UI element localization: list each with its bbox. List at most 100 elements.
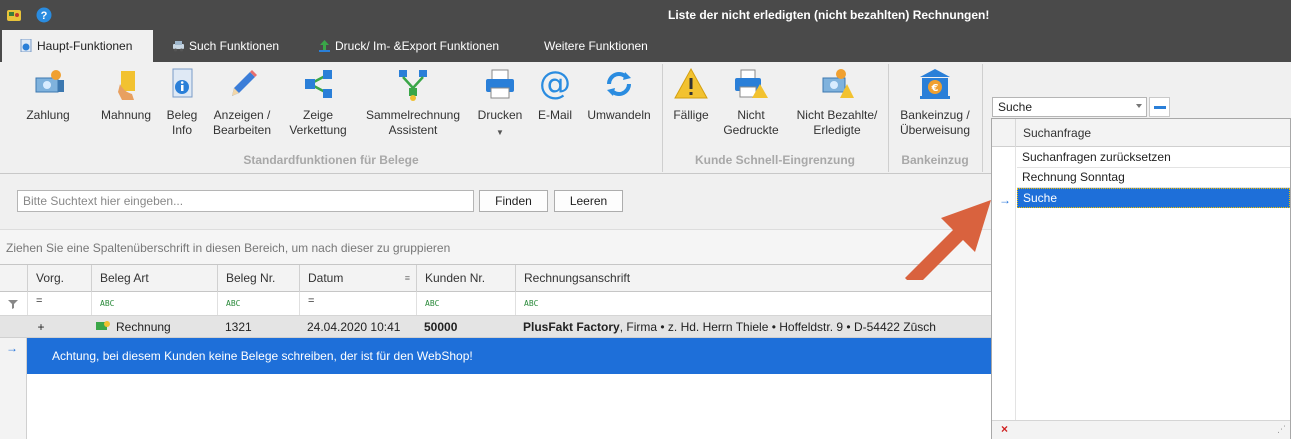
- column-label: Datum: [308, 271, 344, 285]
- nicht-bezahlte-line1: Nicht Bezahlte/: [796, 108, 878, 122]
- search-input[interactable]: Bitte Suchtext hier eingeben...: [17, 190, 474, 212]
- sammelrechnung-button[interactable]: Sammelrechnung Assistent: [360, 66, 466, 138]
- beleg-art-value: Rechnung: [116, 320, 171, 334]
- tab-haupt-funktionen[interactable]: Haupt-Funktionen: [2, 30, 153, 62]
- umwandeln-label: Umwandeln: [587, 108, 651, 122]
- beleg-art-cell: Rechnung: [91, 316, 217, 338]
- query-item-rechnung-sonntag[interactable]: Rechnung Sonntag: [1017, 168, 1290, 188]
- resize-grip-icon[interactable]: ⋰: [1277, 425, 1286, 435]
- beleg-nr-cell: 1321: [225, 320, 252, 334]
- indicator-header: [992, 119, 1016, 147]
- column-header-datum[interactable]: Datum ≡: [299, 265, 416, 292]
- app-icon[interactable]: [6, 7, 22, 23]
- mahnung-button[interactable]: Mahnung: [96, 66, 156, 123]
- search-bar: Bitte Suchtext hier eingeben... Finden L…: [0, 175, 992, 229]
- column-header-beleg-nr[interactable]: Beleg Nr.: [217, 265, 299, 292]
- zeige-line2: Verkettung: [289, 123, 347, 137]
- drucken-label: Drucken: [477, 108, 523, 122]
- anzeigen-line1: Anzeigen /: [213, 108, 271, 122]
- search-car-icon: [173, 41, 184, 52]
- sammelrechnung-line1: Sammelrechnung: [365, 108, 461, 122]
- dropdown-header: Suchanfrage: [992, 119, 1290, 147]
- nicht-gedruckte-button[interactable]: Nicht Gedruckte: [720, 66, 782, 138]
- sort-icon: ≡: [404, 273, 410, 283]
- bankeinzug-line2: Überweisung: [899, 123, 971, 137]
- filter-icon[interactable]: [8, 298, 18, 312]
- faellige-button[interactable]: Fällige: [666, 66, 716, 123]
- beleg-info-button[interactable]: Beleg Info: [160, 66, 204, 138]
- drucken-dropdown-icon: ▼: [496, 128, 504, 137]
- query-item-reset[interactable]: Suchanfragen zurücksetzen: [1017, 148, 1290, 168]
- bankeinzug-button[interactable]: € Bankeinzug / Überweisung: [893, 66, 977, 138]
- text-filter-icon: ABC: [524, 299, 539, 308]
- query-item-suche[interactable]: Suche: [1017, 188, 1290, 208]
- chevron-down-icon[interactable]: [1136, 104, 1142, 108]
- zahlung-button[interactable]: Zahlung: [22, 66, 74, 123]
- text-filter-icon: ABC: [226, 299, 241, 308]
- finden-button[interactable]: Finden: [479, 190, 548, 212]
- beleg-info-line2: Info: [171, 123, 192, 137]
- tab-label: Weitere Funktionen: [544, 39, 648, 53]
- column-header-kunden-nr[interactable]: Kunden Nr.: [416, 265, 515, 292]
- tab-label: Druck/ Im- &Export Funktionen: [335, 39, 500, 53]
- sammelrechnung-line2: Assistent: [388, 123, 438, 137]
- tab-druck-export[interactable]: Druck/ Im- &Export Funktionen: [314, 30, 519, 62]
- info-document-icon: [172, 68, 193, 98]
- group-by-panel[interactable]: Ziehen Sie eine Spaltenüberschrift in di…: [0, 229, 992, 264]
- column-header-vorg[interactable]: Vorg.: [27, 265, 91, 292]
- query-combo[interactable]: Suche: [992, 97, 1147, 117]
- title-bar: ? Liste der nicht erledigten (nicht beza…: [0, 0, 1291, 30]
- money-icon: [35, 70, 64, 93]
- filter-cell-beleg-nr[interactable]: ABC: [217, 292, 299, 315]
- help-icon[interactable]: ?: [36, 7, 52, 23]
- query-combo-action-button[interactable]: [1149, 97, 1170, 117]
- tab-label: Haupt-Funktionen: [37, 39, 133, 53]
- nicht-bezahlte-line2: Erledigte: [813, 123, 861, 137]
- filter-cell-kunden-nr[interactable]: ABC: [416, 292, 515, 315]
- equals-filter-icon: =: [36, 295, 43, 307]
- anschrift-details: , Firma • z. Hd. Herrn Thiele • Hoffelds…: [619, 320, 936, 334]
- mahnung-label: Mahnung: [100, 108, 152, 122]
- bankeinzug-line1: Bankeinzug /: [900, 108, 970, 122]
- nicht-bezahlte-button[interactable]: Nicht Bezahlte/ Erledigte: [790, 66, 884, 138]
- anzeigen-line2: Bearbeiten: [212, 123, 272, 137]
- email-label: E-Mail: [537, 108, 572, 122]
- grid-header: Vorg. Beleg Art Beleg Nr. Datum ≡ Kunden…: [0, 264, 992, 292]
- query-dropdown: Suchanfrage Suchanfragen zurücksetzen Re…: [991, 118, 1291, 439]
- ribbon-tabs: Haupt-Funktionen Such Funktionen Druck/ …: [0, 30, 1291, 62]
- email-button[interactable]: @ E-Mail: [534, 66, 576, 123]
- zeige-verkettung-button[interactable]: Zeige Verkettung: [283, 66, 353, 138]
- filter-cell-beleg-art[interactable]: ABC: [91, 292, 217, 315]
- app-window: ? Liste der nicht erledigten (nicht beza…: [0, 0, 1291, 439]
- upload-arrow-icon: [319, 40, 330, 52]
- drucken-button[interactable]: Drucken ▼: [474, 66, 526, 140]
- anschrift-company: PlusFakt Factory: [523, 320, 620, 334]
- pencil-icon: [232, 70, 257, 96]
- group-label-bankeinzug: Bankeinzug: [901, 153, 969, 167]
- invoice-icon: [96, 321, 110, 330]
- tab-weitere-funktionen[interactable]: Weitere Funktionen: [540, 30, 665, 62]
- anzeigen-bearbeiten-button[interactable]: Anzeigen / Bearbeiten: [209, 66, 275, 138]
- window-title: Liste der nicht erledigten (nicht bezahl…: [668, 8, 990, 22]
- umwandeln-button[interactable]: Umwandeln: [584, 66, 654, 123]
- group-separator: [982, 64, 983, 172]
- equals-filter-icon: =: [308, 295, 315, 307]
- table-row[interactable]: + Rechnung 1321 24.04.2020 10:41 50000 P…: [0, 316, 992, 338]
- filter-cell-vorg[interactable]: =: [27, 292, 91, 315]
- column-header-beleg-art[interactable]: Beleg Art: [91, 265, 217, 292]
- customer-warning-row[interactable]: Achtung, bei diesem Kunden keine Belege …: [27, 338, 992, 374]
- invoice-grid: Vorg. Beleg Art Beleg Nr. Datum ≡ Kunden…: [0, 264, 992, 439]
- leeren-button[interactable]: Leeren: [554, 190, 623, 212]
- minus-icon: [1154, 106, 1166, 109]
- filter-cell-datum[interactable]: =: [299, 292, 416, 315]
- dropdown-indicator-column: [992, 147, 1016, 420]
- at-icon: @: [539, 66, 571, 102]
- group-label-kunde: Kunde Schnell-Eingrenzung: [694, 153, 855, 167]
- tab-such-funktionen[interactable]: Such Funktionen: [168, 30, 293, 62]
- text-filter-icon: ABC: [100, 299, 115, 308]
- close-icon[interactable]: ×: [1001, 422, 1008, 436]
- expand-row-button[interactable]: +: [27, 316, 55, 338]
- filter-cell-anschrift[interactable]: ABC: [515, 292, 992, 315]
- text-filter-icon: ABC: [425, 299, 440, 308]
- svg-text:€: €: [931, 83, 939, 94]
